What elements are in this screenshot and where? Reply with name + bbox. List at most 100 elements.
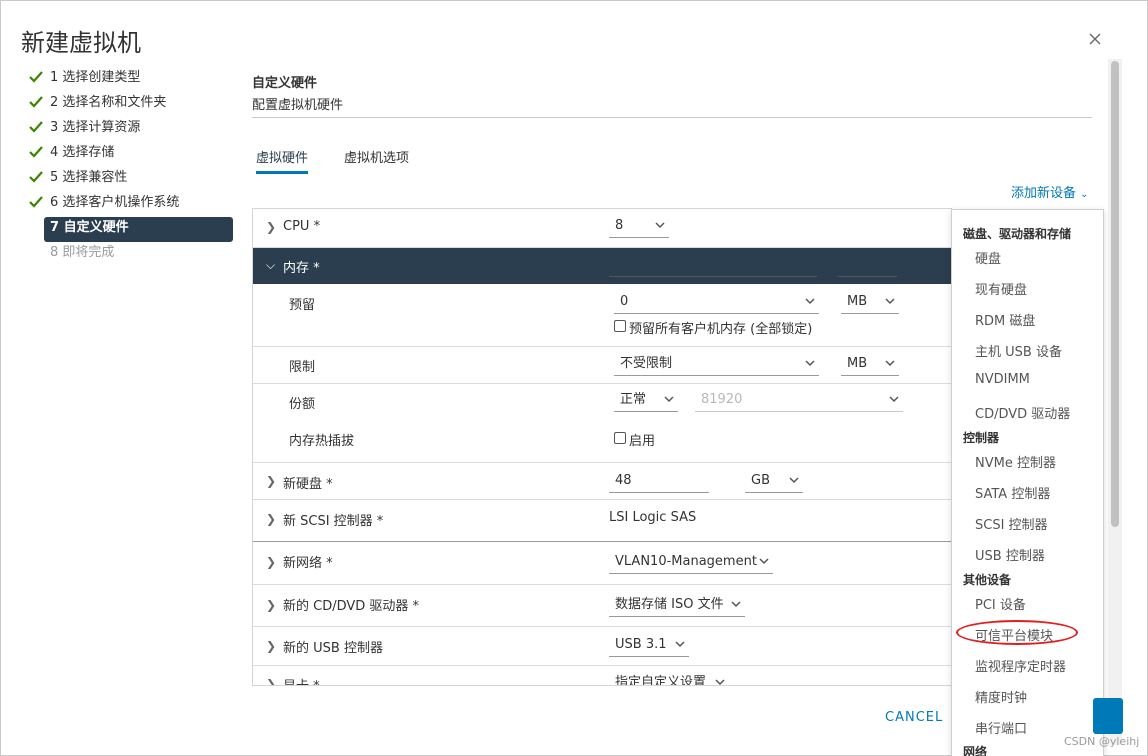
menu-item-rdm-disk[interactable]: RDM 磁盘 (975, 310, 1035, 329)
video-value: 指定自定义设置 (615, 675, 707, 686)
hardware-row-cpu[interactable]: ❯ CPU * 8 (253, 209, 952, 248)
menu-item-pci-device[interactable]: PCI 设备 (975, 594, 1026, 613)
scsi-value: LSI Logic SAS (609, 510, 697, 525)
chevron-down-icon (805, 298, 815, 305)
chevron-down-icon[interactable]: ⌵ (266, 258, 275, 273)
chevron-right-icon[interactable]: ❯ (266, 639, 276, 653)
hardware-row-memory-hotplug: 内存热插拔 启用 (253, 421, 952, 463)
menu-item-nvdimm[interactable]: NVDIMM (975, 372, 1030, 387)
menu-item-hard-disk[interactable]: 硬盘 (975, 248, 1001, 267)
usb-select[interactable]: USB 3.1 (609, 635, 689, 657)
tab-virtual-hardware[interactable]: 虚拟硬件 (256, 147, 309, 174)
hardware-row-network[interactable]: ❯ 新网络 * VLAN10-Management (253, 542, 952, 585)
memory-size-input[interactable]: 8 (609, 255, 817, 277)
step-select-compute-resource[interactable]: 3 选择计算资源 (23, 117, 140, 142)
video-label: 显卡 * (283, 675, 320, 685)
hardware-row-usb[interactable]: ❯ 新的 USB 控制器 USB 3.1 (253, 627, 952, 666)
shares-amount-input: 81920 (695, 390, 903, 412)
reservation-input[interactable]: 0 (614, 292, 819, 314)
section-title: 自定义硬件 (252, 76, 318, 91)
chevron-down-icon (883, 261, 893, 268)
disk-size-value: 48 (615, 473, 632, 488)
limit-unit: MB (847, 356, 868, 371)
disk-unit-select[interactable]: GB (745, 471, 803, 493)
step-select-compatibility[interactable]: 5 选择兼容性 (23, 167, 127, 192)
cpu-value: 8 (615, 218, 624, 233)
watermark: CSDN @yleihj (1064, 735, 1140, 748)
menu-item-watchdog-timer[interactable]: 监视程序定时器 (975, 656, 1066, 675)
chevron-down-icon (655, 222, 665, 229)
step-select-creation-type[interactable]: 1 选择创建类型 (23, 67, 140, 92)
network-label: 新网络 * (283, 556, 333, 571)
usb-value: USB 3.1 (615, 637, 667, 652)
chevron-down-icon (675, 641, 685, 648)
cpu-select[interactable]: 8 (609, 216, 669, 238)
chevron-right-icon[interactable]: ❯ (266, 220, 276, 234)
step-label: 7 自定义硬件 (50, 220, 129, 235)
chevron-right-icon[interactable]: ❯ (266, 555, 276, 569)
chevron-right-icon[interactable]: ❯ (266, 474, 276, 488)
highlight-annotation (956, 620, 1078, 645)
tab-vm-options[interactable]: 虚拟机选项 (344, 147, 409, 171)
scrollbar-thumb[interactable] (1111, 61, 1119, 527)
memory-unit-select[interactable]: GB (837, 255, 897, 277)
reservation-unit: MB (847, 294, 868, 309)
step-select-storage[interactable]: 4 选择存储 (23, 142, 114, 167)
menu-item-scsi-controller[interactable]: SCSI 控制器 (975, 514, 1048, 533)
step-ready-to-complete: 8 即将完成 (23, 242, 114, 267)
next-button[interactable] (1093, 698, 1123, 734)
shares-select[interactable]: 正常 (614, 390, 678, 412)
menu-group-header: 其他设备 (963, 573, 1012, 587)
hotplug-enable-checkbox[interactable] (614, 432, 626, 444)
check-icon (29, 196, 43, 208)
step-select-guest-os[interactable]: 6 选择客户机操作系统 (23, 192, 179, 217)
hardware-row-cdrom[interactable]: ❯ 新的 CD/DVD 驱动器 * 数据存储 ISO 文件 (253, 585, 952, 627)
hotplug-enable-label: 启用 (629, 434, 656, 449)
hardware-row-memory[interactable]: ⌵ 内存 * 8 GB (253, 248, 952, 284)
hardware-row-limit: 限制 不受限制 MB (253, 347, 952, 384)
chevron-down-icon (731, 601, 741, 608)
menu-item-existing-disk[interactable]: 现有硬盘 (975, 279, 1027, 298)
chevron-down-icon (885, 298, 895, 305)
reserve-all-memory-label: 预留所有客户机内存 (全部锁定) (629, 322, 813, 337)
chevron-right-icon[interactable]: ❯ (266, 598, 276, 612)
disk-size-input[interactable]: 48 (609, 471, 709, 493)
menu-item-nvme-controller[interactable]: NVMe 控制器 (975, 452, 1056, 471)
add-new-device-button[interactable]: 添加新设备 ⌄ (1011, 182, 1089, 201)
chevron-right-icon[interactable]: ❯ (266, 677, 276, 685)
disk-unit: GB (751, 473, 770, 488)
chevron-right-icon[interactable]: ❯ (266, 512, 276, 526)
step-label: 2 选择名称和文件夹 (50, 95, 167, 110)
limit-unit-select[interactable]: MB (841, 354, 899, 376)
limit-label: 限制 (289, 360, 316, 375)
menu-item-cd-dvd[interactable]: CD/DVD 驱动器 (975, 403, 1070, 422)
cancel-button[interactable]: CANCEL (885, 710, 943, 725)
chevron-down-icon: ⌄ (1080, 189, 1089, 200)
hardware-row-new-disk[interactable]: ❯ 新硬盘 * 48 GB (253, 463, 952, 500)
hardware-row-video[interactable]: ❯ 显卡 * 指定自定义设置 (253, 666, 952, 686)
hardware-row-reservation: 预留 0 MB 预留所有客户机内存 (全部锁定) (253, 284, 952, 347)
close-icon[interactable] (1087, 31, 1103, 47)
limit-select[interactable]: 不受限制 (614, 354, 819, 376)
hardware-row-scsi[interactable]: ❯ 新 SCSI 控制器 * LSI Logic SAS (253, 500, 952, 542)
reservation-unit-select[interactable]: MB (841, 292, 899, 314)
cdrom-label: 新的 CD/DVD 驱动器 * (283, 599, 420, 614)
usb-label: 新的 USB 控制器 (283, 641, 383, 656)
cpu-label: CPU * (283, 219, 321, 234)
video-select[interactable]: 指定自定义设置 (609, 673, 729, 686)
menu-item-sata-controller[interactable]: SATA 控制器 (975, 483, 1050, 502)
reservation-label: 预留 (289, 298, 316, 313)
menu-item-usb-controller[interactable]: USB 控制器 (975, 545, 1045, 564)
menu-item-precision-clock[interactable]: 精度时钟 (975, 687, 1027, 706)
menu-item-serial-port[interactable]: 串行端口 (975, 718, 1027, 737)
reserve-all-memory-checkbox[interactable] (614, 320, 626, 332)
step-customize-hardware[interactable]: 7 自定义硬件 (44, 217, 233, 242)
step-label: 3 选择计算资源 (50, 120, 141, 135)
cdrom-select[interactable]: 数据存储 ISO 文件 (609, 595, 745, 617)
step-select-name-folder[interactable]: 2 选择名称和文件夹 (23, 92, 166, 117)
step-label: 6 选择客户机操作系统 (50, 195, 180, 210)
menu-item-host-usb[interactable]: 主机 USB 设备 (975, 341, 1062, 360)
check-icon (29, 71, 43, 83)
limit-value: 不受限制 (620, 356, 673, 371)
network-select[interactable]: VLAN10-Management (609, 552, 773, 574)
